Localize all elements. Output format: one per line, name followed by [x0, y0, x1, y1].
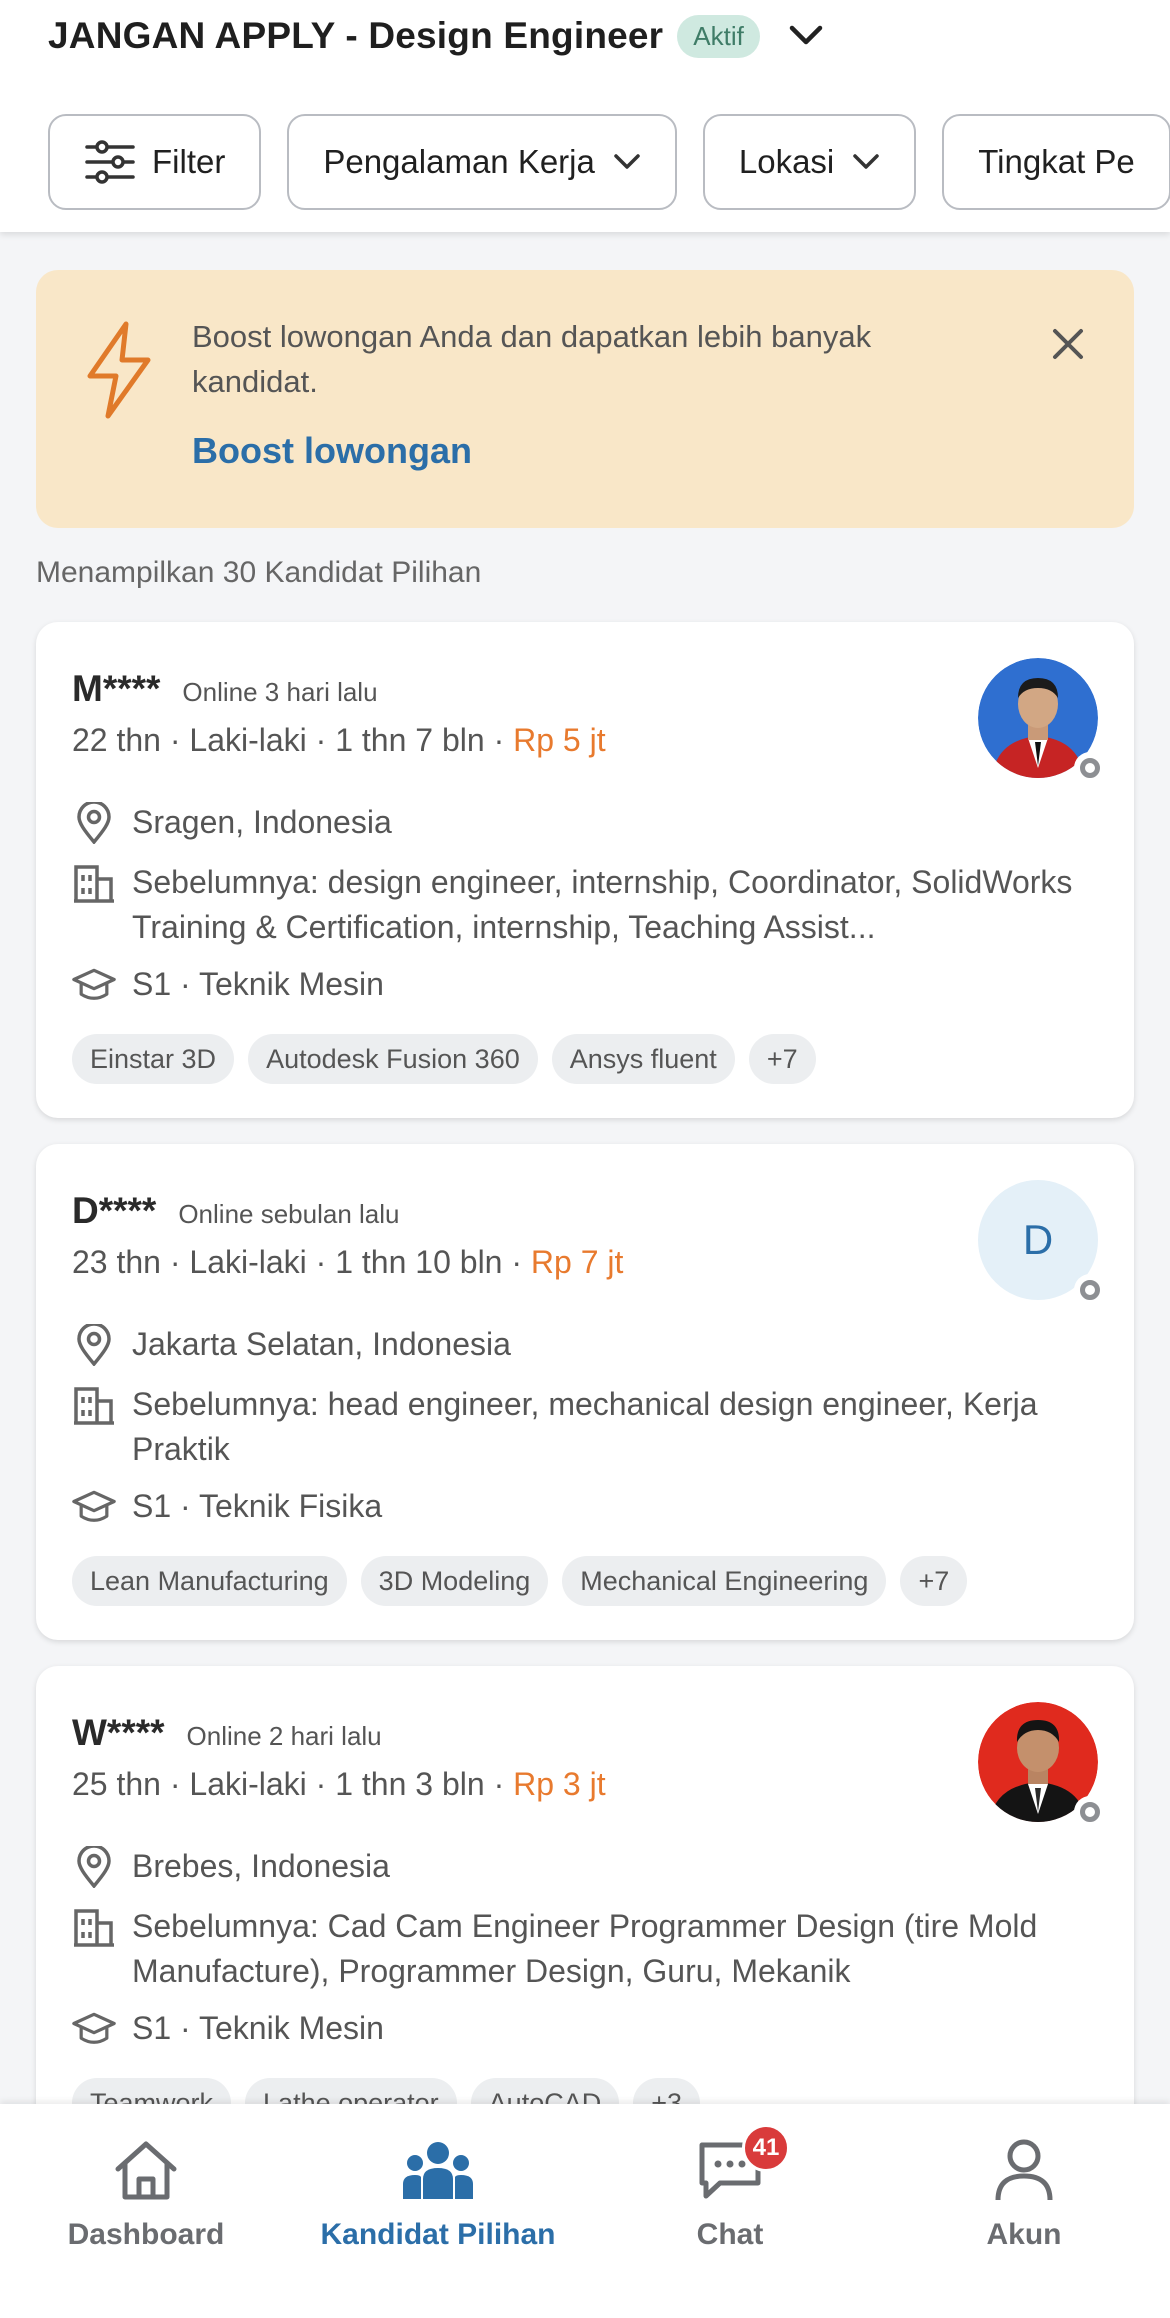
boost-banner: Boost lowongan Anda dan dapatkan lebih b…	[36, 270, 1134, 528]
education-text: S1 · Teknik Mesin	[132, 2010, 384, 2046]
salary: Rp 7 jt	[530, 1244, 624, 1280]
boost-description: Boost lowongan Anda dan dapatkan lebih b…	[192, 319, 872, 399]
salary: Rp 3 jt	[513, 1766, 606, 1802]
experience-text: Sebelumnya: Cad Cam Engineer Programmer …	[132, 1908, 1038, 1989]
location-text: Sragen, Indonesia	[132, 804, 392, 840]
experience-row: Sebelumnya: design engineer, internship,…	[72, 860, 1112, 950]
chat-icon: 41	[698, 2124, 790, 2206]
user-icon	[995, 2134, 1053, 2206]
candidate-meta: 25 thn · Laki-laki · 1 thn 3 bln · Rp 3 …	[72, 1766, 606, 1803]
people-icon	[403, 2134, 473, 2206]
online-status: Online 2 hari lalu	[186, 1721, 382, 1751]
sliders-icon	[84, 139, 136, 185]
candidate-card[interactable]: M**** Online 3 hari lalu 22 thn · Laki-l…	[36, 622, 1134, 1118]
candidate-meta: 22 thn · Laki-laki · 1 thn 7 bln · Rp 5 …	[72, 722, 606, 759]
skill-tags: Einstar 3D Autodesk Fusion 360 Ansys flu…	[72, 1034, 816, 1084]
meta-text: 23 thn · Laki-laki · 1 thn 10 bln ·	[72, 1244, 531, 1280]
skill-tag: Autodesk Fusion 360	[248, 1034, 538, 1084]
chevron-down-icon	[613, 153, 641, 171]
avatar: D	[978, 1180, 1106, 1306]
status-dot	[1074, 1274, 1106, 1306]
education-row: S1 · Teknik Mesin	[72, 962, 1112, 1007]
status-dot	[1074, 1796, 1106, 1828]
filter-button[interactable]: Filter	[48, 114, 262, 210]
candidate-card[interactable]: W**** Online 2 hari lalu 25 thn · Laki-l…	[36, 1666, 1134, 2162]
location-row: Jakarta Selatan, Indonesia	[72, 1322, 1112, 1367]
more-skills-tag: +7	[748, 1034, 816, 1084]
location-text: Brebes, Indonesia	[132, 1848, 390, 1884]
filter-experience[interactable]: Pengalaman Kerja	[287, 114, 677, 210]
nav-label: Dashboard	[67, 2218, 225, 2251]
filter-location-label: Lokasi	[738, 143, 835, 180]
filter-label: Filter	[152, 143, 226, 180]
avatar	[978, 1702, 1106, 1828]
skill-tag: Lean Manufacturing	[72, 1556, 347, 1606]
graduation-cap-icon	[72, 2006, 116, 2051]
job-title[interactable]: JANGAN APPLY - Design Engineer	[48, 15, 663, 57]
education-row: S1 · Teknik Fisika	[72, 1484, 1112, 1529]
location-text: Jakarta Selatan, Indonesia	[132, 1326, 511, 1362]
experience-row: Sebelumnya: head engineer, mechanical de…	[72, 1382, 1112, 1472]
lightning-icon	[82, 320, 156, 425]
filter-level-label: Tingkat Pe	[978, 143, 1135, 180]
building-icon	[72, 1382, 116, 1427]
experience-text: Sebelumnya: head engineer, mechanical de…	[132, 1386, 1038, 1467]
close-icon[interactable]	[1046, 322, 1090, 366]
filter-location[interactable]: Lokasi	[702, 114, 917, 210]
chevron-down-icon	[852, 153, 880, 171]
chevron-down-icon[interactable]	[786, 16, 826, 56]
filter-bar: Filter Pengalaman Kerja Lokasi Tingkat P…	[48, 114, 1170, 210]
nav-label: Kandidat Pilihan	[320, 2218, 556, 2251]
nav-label: Chat	[696, 2218, 764, 2251]
education-row: S1 · Teknik Mesin	[72, 2006, 1112, 2051]
skill-tag: Mechanical Engineering	[562, 1556, 887, 1606]
nav-kandidat-pilihan[interactable]: Kandidat Pilihan	[318, 2134, 558, 2252]
skill-tag: Ansys fluent	[551, 1034, 735, 1084]
status-badge: Aktif	[677, 14, 760, 58]
building-icon	[72, 1904, 116, 1949]
nav-akun[interactable]: Akun	[904, 2134, 1144, 2252]
candidate-meta: 23 thn · Laki-laki · 1 thn 10 bln · Rp 7…	[72, 1244, 623, 1281]
candidate-name: W****	[72, 1712, 165, 1753]
top-header: JANGAN APPLY - Design Engineer Aktif Fil…	[0, 0, 1170, 232]
more-skills-tag: +7	[900, 1556, 968, 1606]
candidate-name: D****	[72, 1190, 157, 1231]
salary: Rp 5 jt	[513, 722, 606, 758]
online-status: Online 3 hari lalu	[182, 677, 378, 707]
nav-label: Akun	[986, 2218, 1062, 2251]
job-selector[interactable]: JANGAN APPLY - Design Engineer Aktif	[48, 10, 826, 62]
building-icon	[72, 860, 116, 905]
graduation-cap-icon	[72, 1484, 116, 1529]
nav-chat[interactable]: 41 Chat	[610, 2124, 850, 2252]
location-pin-icon	[72, 800, 116, 845]
candidate-count: Menampilkan 30 Kandidat Pilihan	[36, 556, 482, 589]
location-pin-icon	[72, 1844, 116, 1889]
skill-tag: Einstar 3D	[72, 1034, 235, 1084]
meta-text: 25 thn · Laki-laki · 1 thn 3 bln ·	[72, 1766, 514, 1802]
location-pin-icon	[72, 1322, 116, 1367]
education-text: S1 · Teknik Fisika	[132, 1488, 383, 1524]
candidate-name: M****	[72, 668, 161, 709]
skill-tag: 3D Modeling	[360, 1556, 549, 1606]
home-icon	[114, 2134, 178, 2206]
skill-tags: Lean Manufacturing 3D Modeling Mechanica…	[72, 1556, 968, 1606]
bottom-navigation: Dashboard Kandidat Pilihan 41 Chat Akun	[0, 2104, 1170, 2318]
graduation-cap-icon	[72, 962, 116, 1007]
status-dot	[1074, 752, 1106, 784]
experience-row: Sebelumnya: Cad Cam Engineer Programmer …	[72, 1904, 1112, 1994]
education-text: S1 · Teknik Mesin	[132, 966, 384, 1002]
filter-experience-label: Pengalaman Kerja	[323, 143, 595, 180]
experience-text: Sebelumnya: design engineer, internship,…	[132, 864, 1073, 945]
chat-notification-badge: 41	[742, 2124, 790, 2172]
avatar	[978, 658, 1106, 784]
candidate-card[interactable]: D**** Online sebulan lalu 23 thn · Laki-…	[36, 1144, 1134, 1640]
meta-text: 22 thn · Laki-laki · 1 thn 7 bln ·	[72, 722, 514, 758]
location-row: Brebes, Indonesia	[72, 1844, 1112, 1889]
filter-level[interactable]: Tingkat Pe	[942, 114, 1170, 210]
boost-link[interactable]: Boost lowongan	[192, 430, 472, 472]
nav-dashboard[interactable]: Dashboard	[26, 2134, 266, 2252]
online-status: Online sebulan lalu	[178, 1199, 400, 1229]
location-row: Sragen, Indonesia	[72, 800, 1112, 845]
